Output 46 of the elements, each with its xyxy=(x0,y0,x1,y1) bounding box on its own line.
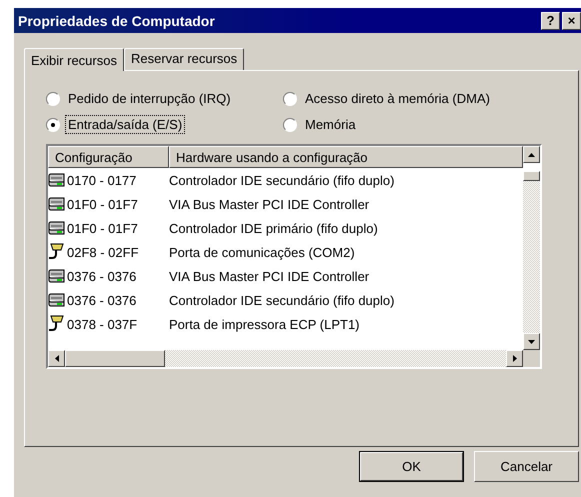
column-header[interactable]: Hardware usando a configuração xyxy=(169,146,523,168)
table-cell: 01F0 - 01F7 xyxy=(67,220,138,236)
table-cell: 0378 - 037F xyxy=(67,316,138,332)
table-cell: 0376 - 0376 xyxy=(67,292,136,308)
vertical-scrollbar[interactable] xyxy=(523,146,540,350)
help-button[interactable]: ? xyxy=(541,12,560,30)
table-cell: VIA Bus Master PCI IDE Controller xyxy=(169,268,370,284)
table-cell: Porta de impressora ECP (LPT1) xyxy=(169,316,360,332)
serial-port-icon xyxy=(48,243,66,261)
horizontal-scrollbar[interactable] xyxy=(48,350,523,367)
radio-button[interactable] xyxy=(283,118,297,132)
radio-label[interactable]: Memória xyxy=(302,115,359,134)
window-title: Propriedades de Computador xyxy=(18,12,216,28)
scroll-thumb[interactable] xyxy=(65,350,165,367)
table-cell: 02F8 - 02FF xyxy=(67,244,139,260)
table-cell: 0170 - 0177 xyxy=(67,172,136,188)
table-cell: Controlador IDE primário (fifo duplo) xyxy=(169,220,378,236)
scroll-right-button[interactable] xyxy=(506,350,523,367)
radio-label[interactable]: Pedido de interrupção (IRQ) xyxy=(65,89,234,108)
scroll-left-button[interactable] xyxy=(48,350,65,367)
up-arrow-icon xyxy=(528,152,535,156)
column-header[interactable]: Configuração xyxy=(48,146,169,168)
table-cell: Porta de comunicações (COM2) xyxy=(169,244,355,260)
table-cell: VIA Bus Master PCI IDE Controller xyxy=(169,196,370,212)
right-arrow-icon xyxy=(512,355,516,362)
tab[interactable]: Exibir recursos xyxy=(24,48,124,71)
down-arrow-icon xyxy=(528,340,535,344)
table-cell: 01F0 - 01F7 xyxy=(67,196,138,212)
close-button[interactable]: × xyxy=(562,12,581,30)
radio-label[interactable]: Acesso direto à memória (DMA) xyxy=(302,89,493,108)
serial-port-icon xyxy=(48,315,66,333)
dialog-button[interactable]: OK xyxy=(359,451,464,482)
radio-button[interactable] xyxy=(46,118,60,132)
table-cell: 0376 - 0376 xyxy=(67,268,136,284)
scroll-thumb[interactable] xyxy=(523,171,540,181)
tab[interactable]: Reservar recursos xyxy=(124,48,244,70)
table-cell: Controlador IDE secundário (fifo duplo) xyxy=(169,172,394,188)
radio-button[interactable] xyxy=(46,92,60,106)
left-arrow-icon xyxy=(54,355,58,362)
radio-button[interactable] xyxy=(283,92,297,106)
scrollbar-corner xyxy=(523,350,540,367)
scroll-down-button[interactable] xyxy=(523,333,540,350)
table-cell: Controlador IDE secundário (fifo duplo) xyxy=(169,292,394,308)
radio-label[interactable]: Entrada/saída (E/S) xyxy=(65,115,186,134)
scroll-up-button[interactable] xyxy=(523,146,540,163)
dialog-button[interactable]: Cancelar xyxy=(474,451,579,482)
